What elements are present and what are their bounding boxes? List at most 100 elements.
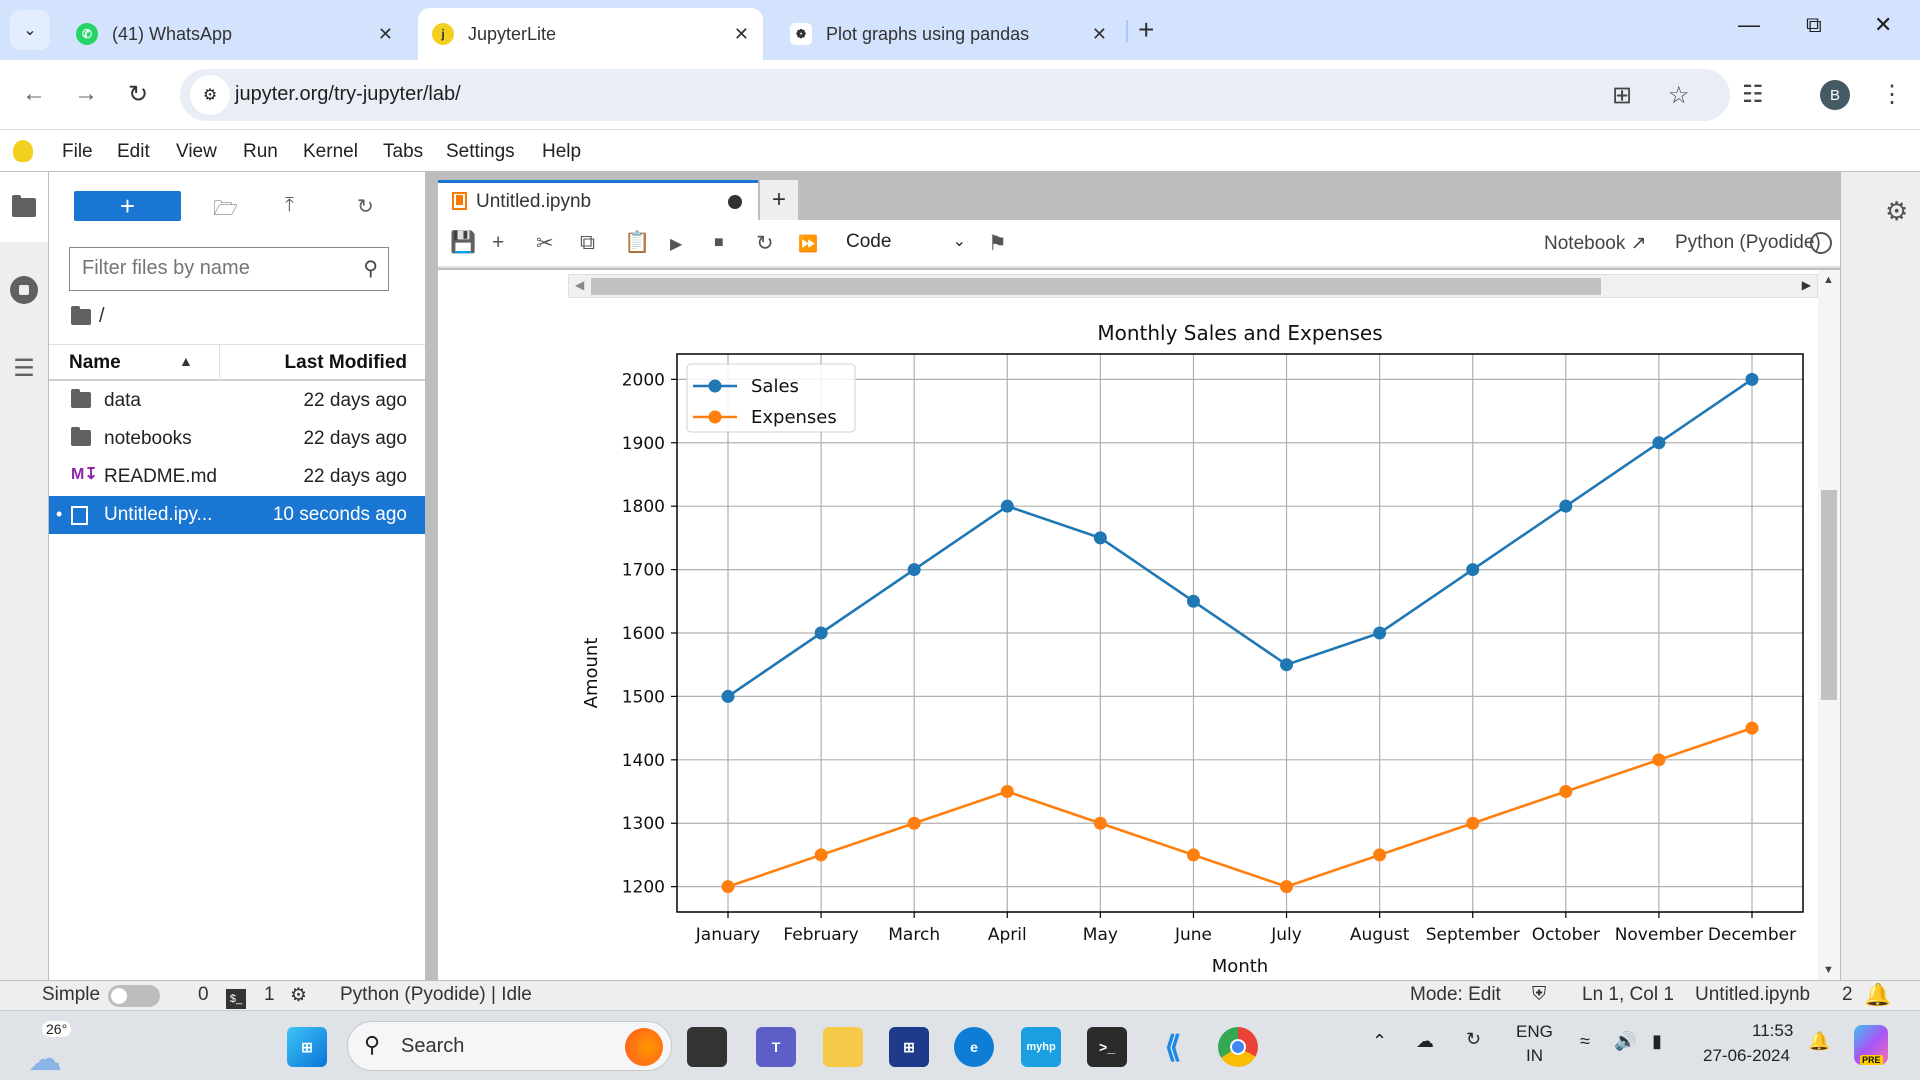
- folder-icon[interactable]: [71, 305, 91, 325]
- browser-tab-whatsapp[interactable]: ✆ (41) WhatsApp ✕: [62, 8, 407, 60]
- panel-splitter[interactable]: [425, 172, 438, 980]
- task-view-icon[interactable]: [687, 1027, 727, 1067]
- extensions-icon[interactable]: ☷: [1742, 80, 1764, 109]
- file-list-item[interactable]: M↧ README.md 22 days ago: [49, 458, 425, 496]
- profile-avatar[interactable]: B: [1820, 80, 1850, 110]
- column-name-header[interactable]: Name: [69, 352, 121, 374]
- close-tab-icon[interactable]: ✕: [734, 24, 749, 45]
- browser-menu-icon[interactable]: ⋮: [1880, 80, 1904, 109]
- omnibox[interactable]: ⚙ jupyter.org/try-jupyter/lab/ ⊞ ☆: [180, 69, 1730, 121]
- scroll-up-arrow-icon[interactable]: ▲: [1823, 274, 1834, 286]
- upload-icon[interactable]: ⤒: [285, 194, 294, 217]
- unsaved-indicator[interactable]: [728, 195, 742, 209]
- open-notebook-link[interactable]: Notebook ↗: [1544, 232, 1647, 255]
- terminal-app-icon[interactable]: >_: [1087, 1027, 1127, 1067]
- close-tab-icon[interactable]: ✕: [1092, 24, 1107, 45]
- input-region[interactable]: IN: [1526, 1046, 1543, 1066]
- notification-bell-icon[interactable]: 🔔: [1864, 982, 1891, 1008]
- edge-icon[interactable]: e: [954, 1027, 994, 1067]
- property-inspector-gears-icon[interactable]: ⚙: [1885, 196, 1908, 227]
- file-list-item-selected[interactable]: • Untitled.ipy... 10 seconds ago: [49, 496, 425, 534]
- new-launcher-button[interactable]: +: [74, 191, 181, 221]
- debugger-pin-icon[interactable]: ⚑: [988, 231, 1007, 256]
- scroll-down-arrow-icon[interactable]: ▼: [1823, 964, 1834, 976]
- back-button[interactable]: ←: [22, 80, 46, 108]
- save-icon[interactable]: 💾: [450, 231, 476, 255]
- kernel-name-button[interactable]: Python (Pyodide): [1675, 232, 1821, 254]
- file-browser-tab[interactable]: [0, 172, 48, 242]
- copy-icon[interactable]: ⧉: [580, 231, 595, 255]
- notifications-bell-icon[interactable]: 🔔: [1808, 1031, 1830, 1052]
- volume-icon[interactable]: 🔊: [1614, 1031, 1636, 1052]
- column-modified-header[interactable]: Last Modified: [285, 352, 407, 374]
- new-folder-icon[interactable]: 🗁: [213, 194, 238, 228]
- file-list-item[interactable]: notebooks 22 days ago: [49, 420, 425, 458]
- cell-type-dropdown[interactable]: Code ⌄: [846, 231, 966, 253]
- myhp-icon[interactable]: myhp: [1021, 1027, 1061, 1067]
- filter-files-input[interactable]: [82, 257, 342, 280]
- menu-settings[interactable]: Settings: [446, 141, 515, 163]
- teams-icon[interactable]: T: [756, 1027, 796, 1067]
- show-hidden-icons-chevron[interactable]: ⌃: [1372, 1031, 1387, 1052]
- file-list-item[interactable]: data 22 days ago: [49, 382, 425, 420]
- menu-help[interactable]: Help: [542, 141, 581, 163]
- close-window-button[interactable]: ✕: [1874, 12, 1892, 38]
- chrome-icon[interactable]: [1218, 1027, 1258, 1067]
- table-of-contents-tab[interactable]: ☰: [0, 348, 48, 388]
- notebook-tab[interactable]: Untitled.ipynb: [438, 180, 758, 220]
- sync-icon[interactable]: ↻: [1466, 1029, 1481, 1050]
- bookmark-star-icon[interactable]: ☆: [1668, 81, 1690, 110]
- menu-view[interactable]: View: [176, 141, 217, 163]
- minimize-button[interactable]: —: [1738, 12, 1760, 38]
- scrollbar-thumb[interactable]: [1821, 490, 1837, 700]
- close-tab-icon[interactable]: ✕: [378, 24, 393, 45]
- simple-mode-toggle[interactable]: [108, 985, 160, 1007]
- trusted-shield-icon[interactable]: ⛨: [1532, 984, 1546, 1006]
- kernel-count[interactable]: 1: [264, 984, 275, 1006]
- battery-icon[interactable]: ▮: [1652, 1031, 1662, 1052]
- menu-kernel[interactable]: Kernel: [303, 141, 358, 163]
- vscode-icon[interactable]: ⟪: [1153, 1027, 1193, 1067]
- running-sessions-tab[interactable]: [0, 270, 48, 310]
- filter-files-field[interactable]: ⚲: [69, 247, 389, 291]
- copilot-icon[interactable]: PRE: [1854, 1025, 1888, 1065]
- new-launcher-tab-button[interactable]: +: [760, 180, 798, 220]
- install-app-icon[interactable]: ⊞: [1612, 81, 1632, 110]
- file-name: README.md: [104, 466, 217, 487]
- clock-time[interactable]: 11:53: [1752, 1021, 1793, 1041]
- reload-button[interactable]: ↻: [128, 80, 148, 109]
- terminal-count[interactable]: 0: [198, 984, 209, 1006]
- run-all-icon[interactable]: ⏩: [798, 234, 818, 254]
- breadcrumb-root[interactable]: /: [99, 305, 105, 328]
- menu-file[interactable]: File: [62, 141, 93, 163]
- paste-icon[interactable]: 📋: [624, 231, 650, 255]
- windows-start-icon[interactable]: ⊞: [287, 1027, 327, 1067]
- browser-tab-plot-graphs[interactable]: ❁ Plot graphs using pandas ✕: [776, 8, 1121, 60]
- restore-button[interactable]: ⧉: [1806, 12, 1822, 38]
- wifi-icon[interactable]: ≈: [1580, 1031, 1590, 1052]
- stop-icon[interactable]: ■: [714, 234, 724, 252]
- new-tab-button[interactable]: +: [1138, 14, 1154, 46]
- cut-icon[interactable]: ✂: [536, 231, 554, 256]
- clock-date[interactable]: 27-06-2024: [1703, 1046, 1790, 1066]
- input-language[interactable]: ENG: [1516, 1022, 1553, 1042]
- cursor-position[interactable]: Ln 1, Col 1: [1582, 984, 1674, 1006]
- forward-button[interactable]: →: [74, 80, 98, 108]
- menu-tabs[interactable]: Tabs: [383, 141, 423, 163]
- kernel-status[interactable]: Python (Pyodide) | Idle: [340, 984, 532, 1006]
- menu-edit[interactable]: Edit: [117, 141, 150, 163]
- tab-search-button[interactable]: ⌄: [10, 10, 50, 50]
- notebook-vertical-scrollbar[interactable]: ▲ ▼: [1818, 270, 1840, 980]
- menu-run[interactable]: Run: [243, 141, 278, 163]
- onedrive-icon[interactable]: ☁: [1416, 1031, 1434, 1052]
- browser-tab-jupyterlite[interactable]: j JupyterLite ✕: [418, 8, 763, 60]
- insert-cell-icon[interactable]: +: [492, 231, 504, 255]
- taskbar-search-box[interactable]: ⚲ Search: [347, 1021, 672, 1071]
- microsoft-store-icon[interactable]: ⊞: [889, 1027, 929, 1067]
- restart-kernel-icon[interactable]: ↻: [756, 231, 774, 256]
- url-text[interactable]: jupyter.org/try-jupyter/lab/: [235, 83, 461, 106]
- run-icon[interactable]: ▶: [670, 234, 682, 254]
- file-explorer-icon[interactable]: [823, 1027, 863, 1067]
- refresh-icon[interactable]: ↻: [357, 194, 374, 219]
- site-settings-icon[interactable]: ⚙: [190, 75, 230, 115]
